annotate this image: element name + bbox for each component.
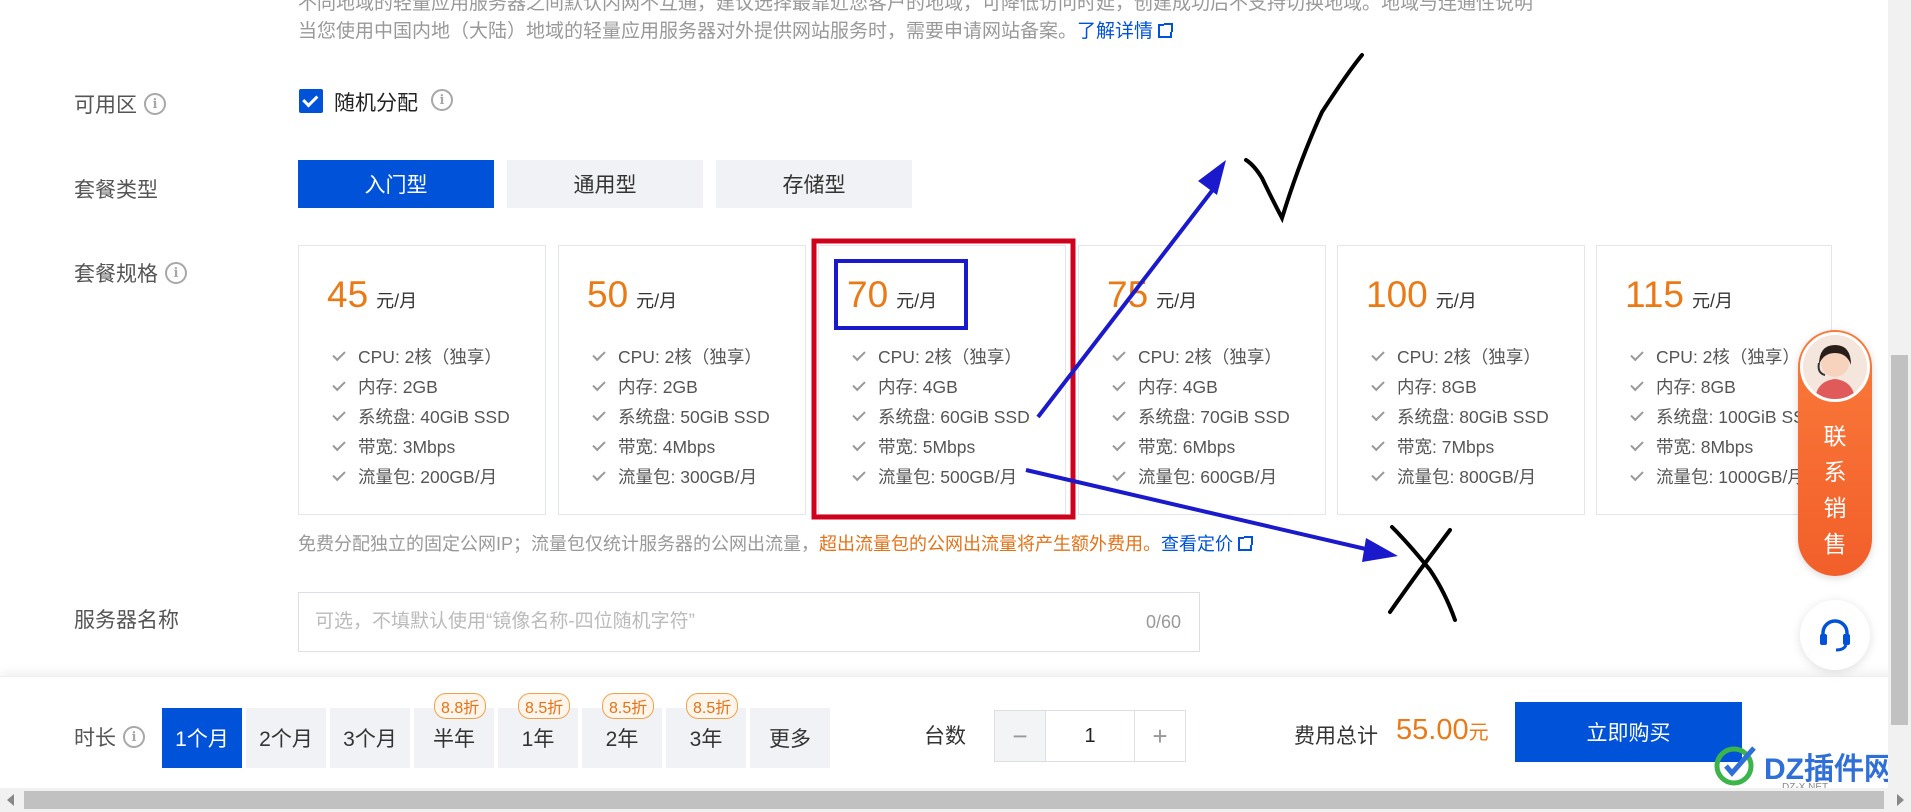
quantity-label: 台数 (924, 725, 966, 748)
customer-service-icon[interactable] (1800, 600, 1870, 670)
sales-avatar (1800, 332, 1870, 402)
total-label: 费用总计 (1294, 725, 1378, 748)
quantity-minus-button[interactable]: − (994, 710, 1046, 762)
duration-option-7[interactable]: 更多 (750, 708, 830, 768)
cross-stroke-2 (1388, 528, 1452, 614)
discount-badge: 8.5折 (686, 693, 739, 719)
scroll-left-icon[interactable] (7, 794, 14, 806)
quantity-input[interactable]: 1 (1046, 710, 1134, 762)
info-icon[interactable]: i (123, 726, 145, 748)
duration-option-2[interactable]: 3个月 (330, 708, 410, 768)
total-value: 55.00元 (1396, 714, 1489, 746)
contact-sales-text: 联系销售 (1823, 423, 1847, 557)
vertical-scrollbar[interactable] (1888, 0, 1911, 788)
blue-highlight-box (834, 259, 968, 330)
arrow-head-right (1362, 538, 1398, 562)
site-watermark: DZ插件网 DZ-X.NET (1712, 744, 1894, 793)
blue-arrow-right (1025, 468, 1371, 552)
duration-label: 时长 i (74, 722, 145, 752)
duration-option-1[interactable]: 2个月 (246, 708, 326, 768)
quantity-plus-button[interactable]: + (1134, 710, 1186, 762)
watermark-logo-icon (1714, 746, 1756, 786)
discount-badge: 8.8折 (434, 693, 487, 719)
buy-now-button[interactable]: 立即购买 (1515, 702, 1742, 762)
red-highlight-box (811, 238, 1076, 520)
cross-stroke-1 (1390, 525, 1457, 622)
contact-sales-widget[interactable]: 联系销售 (1798, 330, 1872, 576)
duration-option-0[interactable]: 1个月 (162, 708, 242, 768)
blue-arrow-up (1036, 181, 1220, 419)
scroll-right-icon[interactable] (1897, 794, 1904, 806)
arrow-head-up (1198, 160, 1226, 195)
discount-badge: 8.5折 (602, 693, 655, 719)
horizontal-scrollbar[interactable] (0, 788, 1911, 812)
checkmark-drawn (1244, 53, 1364, 224)
discount-badge: 8.5折 (518, 693, 571, 719)
